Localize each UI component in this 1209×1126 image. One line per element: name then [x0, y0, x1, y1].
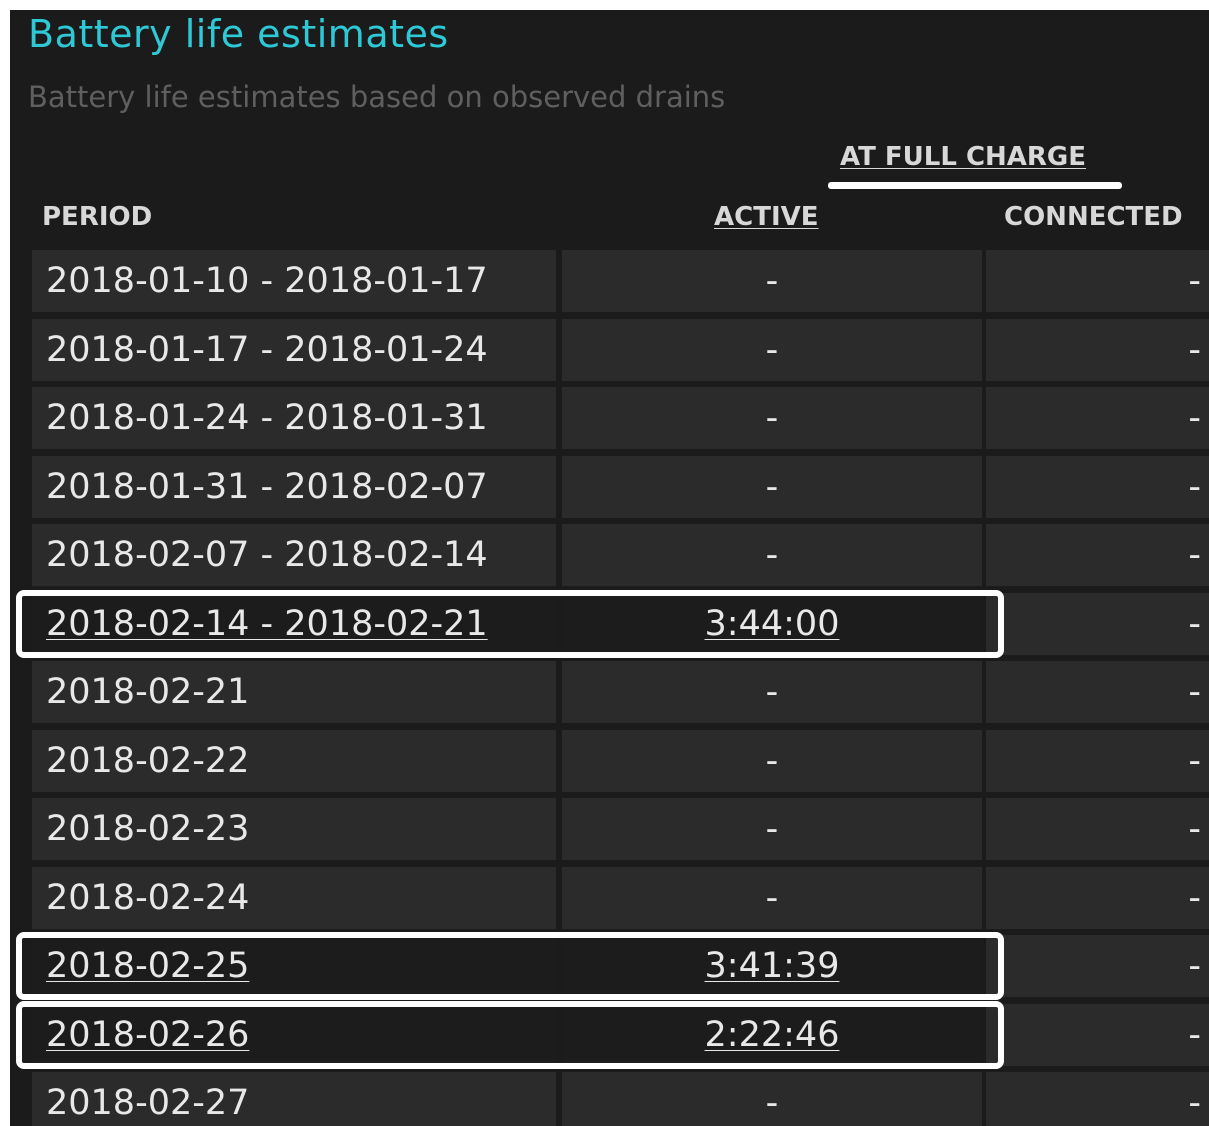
period-cell: 2018-01-17 - 2018-01-24 — [32, 318, 556, 381]
annotation-highlight-box — [16, 932, 1004, 1000]
active-cell: - — [562, 661, 982, 723]
battery-report-panel: Battery life estimates Battery life esti… — [10, 10, 1209, 1126]
column-header-active: ACTIVE — [714, 202, 819, 232]
active-cell: - — [562, 1072, 982, 1126]
period-cell: 2018-01-10 - 2018-01-17 — [32, 250, 556, 312]
period-cell: 2018-02-22 — [32, 729, 556, 792]
connected-cell: - — [986, 935, 1209, 997]
active-cell: - — [562, 524, 982, 586]
active-cell: - — [562, 318, 982, 381]
table-row: 2018-01-24 - 2018-01-31- - — [10, 387, 1209, 456]
connected-cell: - — [986, 250, 1209, 312]
period-cell: 2018-02-27 — [32, 1072, 556, 1126]
section-subtitle: Battery life estimates based on observed… — [28, 80, 726, 114]
connected-cell: - — [986, 455, 1209, 518]
active-cell: - — [562, 455, 982, 518]
connected-cell: - — [986, 318, 1209, 381]
column-group-header: AT FULL CHARGE — [840, 142, 1087, 172]
section-title: Battery life estimates — [28, 12, 449, 56]
column-header-period: PERIOD — [42, 202, 153, 232]
active-cell: - — [562, 250, 982, 312]
active-cell: - — [562, 866, 982, 929]
active-cell: - — [562, 729, 982, 792]
period-cell: 2018-01-31 - 2018-02-07 — [32, 455, 556, 518]
connected-cell: - — [986, 661, 1209, 723]
table-row: 2018-02-27- - — [10, 1072, 1209, 1126]
table-row: 2018-02-24- - — [10, 866, 1209, 936]
annotation-highlight-box — [16, 1000, 1004, 1069]
table-row: 2018-02-22- - — [10, 729, 1209, 799]
table-row: 2018-01-10 - 2018-01-17- - — [10, 250, 1209, 319]
column-header-connected: CONNECTED — [1004, 202, 1183, 232]
connected-cell: - — [986, 798, 1209, 860]
table-row: 2018-01-31 - 2018-02-07- - — [10, 455, 1209, 525]
table-row: 2018-02-21- - — [10, 661, 1209, 730]
table-row: 2018-02-07 - 2018-02-14- - — [10, 524, 1209, 593]
annotation-underline-full-charge — [828, 182, 1122, 189]
table-row: 2018-01-17 - 2018-01-24- - — [10, 318, 1209, 388]
annotation-highlight-box — [16, 589, 1004, 658]
active-cell: - — [562, 798, 982, 860]
period-cell: 2018-02-07 - 2018-02-14 — [32, 524, 556, 586]
connected-cell: - — [986, 524, 1209, 586]
connected-cell: - — [986, 729, 1209, 792]
table-row: 2018-02-23- - — [10, 798, 1209, 867]
active-cell: - — [562, 387, 982, 449]
connected-cell: - — [986, 866, 1209, 929]
connected-cell: - — [986, 592, 1209, 655]
connected-cell: - — [986, 1072, 1209, 1126]
connected-cell: - — [986, 1003, 1209, 1066]
period-cell: 2018-02-21 — [32, 661, 556, 723]
period-cell: 2018-02-23 — [32, 798, 556, 860]
connected-cell: - — [986, 387, 1209, 449]
period-cell: 2018-02-24 — [32, 866, 556, 929]
period-cell: 2018-01-24 - 2018-01-31 — [32, 387, 556, 449]
